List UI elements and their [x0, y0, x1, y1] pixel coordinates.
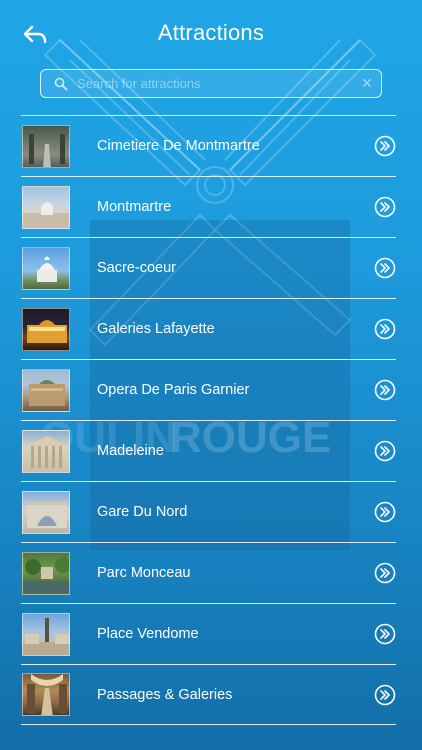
- list-item-label: Cimetiere De Montmartre: [97, 138, 260, 154]
- list-item-label: Parc Monceau: [97, 565, 191, 581]
- opera-garnier-thumbnail: [22, 368, 70, 412]
- list-item-label: Place Vendome: [97, 626, 199, 642]
- search-icon: [47, 70, 75, 97]
- list-item-label: Galeries Lafayette: [97, 321, 215, 337]
- chevron-right-icon: [374, 623, 396, 645]
- sacre-coeur-thumbnail: [22, 246, 70, 290]
- list-item-label: Gare Du Nord: [97, 504, 188, 520]
- chevron-right-icon: [374, 440, 396, 462]
- list-item[interactable]: Place Vendome: [21, 603, 396, 664]
- header-bar: Attractions: [0, 0, 422, 68]
- chevron-right-icon: [374, 257, 396, 279]
- list-item-label: Madeleine: [97, 443, 164, 459]
- list-item-label: Montmartre: [97, 199, 172, 215]
- galeries-lafayette-thumbnail: [22, 307, 70, 351]
- search-input[interactable]: [75, 70, 353, 97]
- clear-icon: ✕: [361, 75, 373, 91]
- chevron-right-icon: [374, 318, 396, 340]
- chevron-right-icon: [374, 379, 396, 401]
- chevron-right-icon: [374, 196, 396, 218]
- list-item-label: Sacre-coeur: [97, 260, 176, 276]
- gare-du-nord-thumbnail: [22, 490, 70, 534]
- list-item[interactable]: Passages & Galeries: [21, 664, 396, 725]
- parc-monceau-thumbnail: [22, 551, 70, 595]
- page-title: Attractions: [157, 20, 265, 45]
- attractions-list: Cimetiere De Montmartre Montmartre Sacre…: [21, 115, 396, 725]
- list-item-label: Passages & Galeries: [97, 686, 233, 703]
- list-item[interactable]: Opera De Paris Garnier: [21, 359, 396, 420]
- list-item[interactable]: Galeries Lafayette: [21, 298, 396, 359]
- chevron-right-icon: [374, 501, 396, 523]
- list-item[interactable]: Montmartre: [21, 176, 396, 237]
- passages-galeries-thumbnail: [22, 673, 70, 716]
- chevron-right-icon: [374, 135, 396, 157]
- search-bar: ✕: [40, 69, 382, 98]
- list-item[interactable]: Gare Du Nord: [21, 481, 396, 542]
- chevron-right-icon: [374, 684, 396, 706]
- list-item[interactable]: Sacre-coeur: [21, 237, 396, 298]
- montmartre-thumbnail: [22, 185, 70, 229]
- chevron-right-icon: [374, 562, 396, 584]
- clear-search-button[interactable]: ✕: [353, 70, 381, 97]
- list-item-label: Opera De Paris Garnier: [97, 382, 250, 398]
- list-item[interactable]: Cimetiere De Montmartre: [21, 115, 396, 176]
- list-item[interactable]: Parc Monceau: [21, 542, 396, 603]
- madeleine-thumbnail: [22, 429, 70, 473]
- cemetery-thumbnail: [22, 124, 70, 168]
- list-item[interactable]: Madeleine: [21, 420, 396, 481]
- place-vendome-thumbnail: [22, 612, 70, 656]
